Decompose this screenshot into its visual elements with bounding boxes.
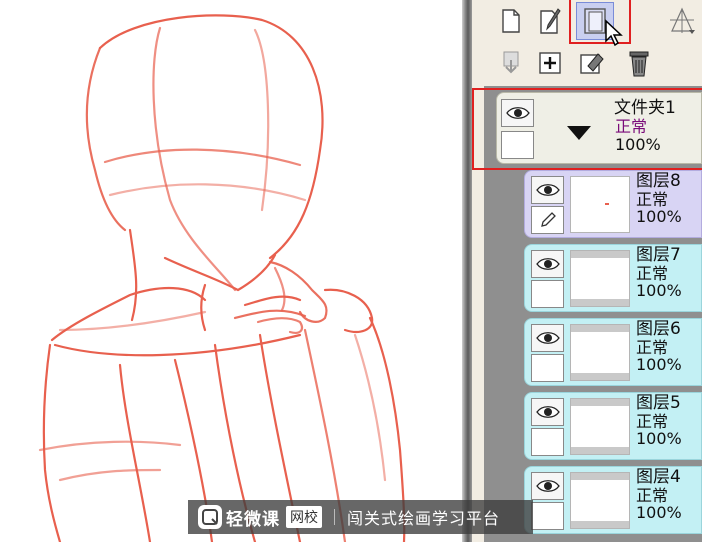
layer-opacity: 100%: [636, 355, 682, 374]
layer-thumbnail: [570, 398, 630, 455]
layer-row-5[interactable]: 图层5 正常 100%: [524, 392, 702, 460]
drawing-canvas[interactable]: [0, 0, 462, 542]
folder-lock-box[interactable]: [501, 131, 534, 159]
layer-panel: 文件夹1 正常 100% 图层8 正常 100% 图层7 正常 100% 图层6…: [472, 0, 702, 542]
layer-visibility-toggle[interactable]: [531, 398, 564, 426]
layer-opacity: 100%: [636, 281, 682, 300]
layer-opacity: 100%: [636, 429, 682, 448]
layer-blend-mode: 正常: [636, 486, 669, 505]
layer-blend-mode: 正常: [636, 190, 669, 209]
panel-divider[interactable]: [462, 0, 472, 542]
layer-row-8[interactable]: 图层8 正常 100%: [524, 170, 702, 238]
watermark-brand: 轻微课: [226, 509, 280, 530]
layer-name: 图层7: [636, 245, 681, 265]
layer-thumbnail: [570, 324, 630, 381]
brand-logo-icon: [198, 505, 222, 529]
layer-edit-box[interactable]: [531, 502, 564, 530]
watermark-banner: 轻微课 网校 闯关式绘画学习平台: [188, 500, 533, 534]
cursor-icon: [602, 19, 628, 47]
new-pen-layer-icon[interactable]: [535, 6, 565, 36]
layer-row-7[interactable]: 图层7 正常 100%: [524, 244, 702, 312]
folder-blend-mode: 正常: [615, 117, 648, 136]
layer-thumbnail: [570, 176, 630, 233]
clear-layer-icon[interactable]: [576, 48, 606, 78]
layer-visibility-toggle[interactable]: [531, 250, 564, 278]
layer-edit-box[interactable]: [531, 354, 564, 382]
layer-name: 图层8: [636, 171, 681, 191]
layer-list: 文件夹1 正常 100% 图层8 正常 100% 图层7 正常 100% 图层6…: [472, 86, 702, 542]
layer-edit-box[interactable]: [531, 280, 564, 308]
eye-icon: [535, 258, 560, 270]
folder-layer-row[interactable]: 文件夹1 正常 100%: [472, 86, 702, 170]
layer-filter-icon[interactable]: [667, 6, 697, 36]
layer-visibility-toggle[interactable]: [531, 176, 564, 204]
folder-expand-arrow-icon[interactable]: [567, 125, 591, 144]
layer-opacity: 100%: [636, 503, 682, 522]
folder-opacity: 100%: [615, 135, 661, 154]
merge-down-icon[interactable]: [496, 48, 526, 78]
layer-row-4[interactable]: 图层4 正常 100%: [524, 466, 702, 534]
sketch-drawing: [38, 14, 406, 542]
layer-visibility-toggle[interactable]: [531, 472, 564, 500]
layer-blend-mode: 正常: [636, 412, 669, 431]
eye-icon: [535, 406, 560, 418]
watermark-separator: [334, 509, 335, 525]
layer-opacity: 100%: [636, 207, 682, 226]
layer-row-6[interactable]: 图层6 正常 100%: [524, 318, 702, 386]
eye-icon: [505, 107, 530, 119]
new-layer-icon[interactable]: [496, 6, 526, 36]
layer-thumbnail: [570, 472, 630, 529]
folder-card[interactable]: 文件夹1 正常 100%: [496, 92, 702, 164]
watermark-slogan: 闯关式绘画学习平台: [347, 509, 501, 528]
layer-edit-box[interactable]: [531, 206, 564, 234]
layer-name: 图层4: [636, 467, 681, 487]
layer-toolbar: [472, 0, 702, 86]
eye-icon: [535, 332, 560, 344]
folder-visibility-toggle[interactable]: [501, 99, 534, 127]
eye-icon: [535, 480, 560, 492]
layer-thumbnail: [570, 250, 630, 307]
watermark-tag: 网校: [286, 506, 322, 528]
delete-layer-icon[interactable]: [624, 48, 654, 78]
layer-blend-mode: 正常: [636, 338, 669, 357]
folder-name: 文件夹1: [614, 98, 676, 118]
layer-name: 图层6: [636, 319, 681, 339]
layer-blend-mode: 正常: [636, 264, 669, 283]
layer-edit-box[interactable]: [531, 428, 564, 456]
add-layer-icon[interactable]: [535, 48, 565, 78]
pencil-icon: [540, 212, 556, 227]
layer-name: 图层5: [636, 393, 681, 413]
layer-visibility-toggle[interactable]: [531, 324, 564, 352]
eye-icon: [535, 184, 560, 196]
